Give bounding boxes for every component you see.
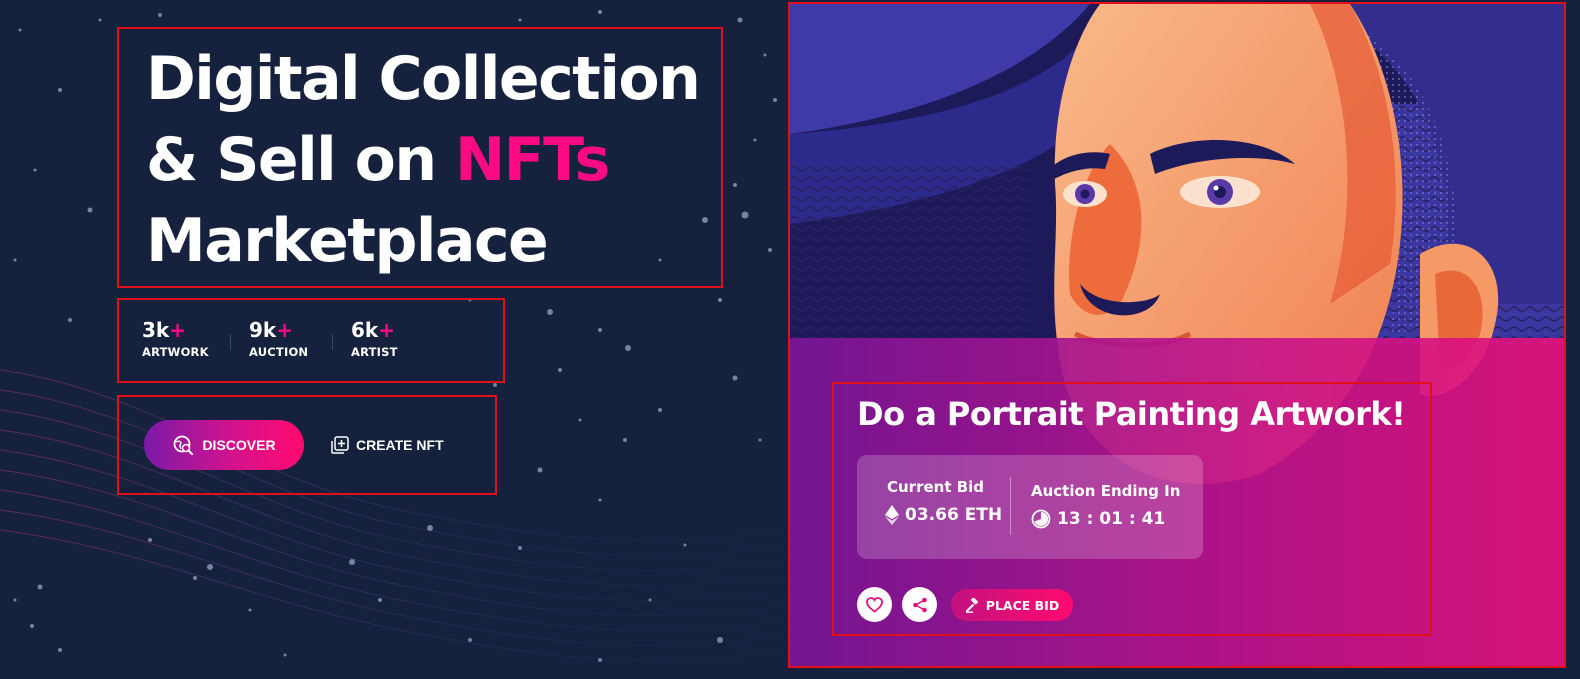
stat-artist: 6k+ ARTIST bbox=[351, 318, 398, 360]
hero-actions: DISCOVER CREATE NFT bbox=[117, 395, 497, 495]
gavel-icon bbox=[965, 597, 978, 613]
heart-icon bbox=[866, 596, 883, 613]
stat-suffix: + bbox=[276, 318, 293, 342]
current-bid-value: 03.66 ETH bbox=[905, 505, 1003, 525]
stat-auction: 9k+ AUCTION bbox=[249, 318, 308, 360]
place-bid-label: PLACE BID bbox=[985, 597, 1060, 613]
stat-label: ARTIST bbox=[351, 345, 398, 359]
auction-timer: 13 : 01 : 41 bbox=[1057, 509, 1166, 529]
stat-divider bbox=[230, 334, 231, 350]
like-button[interactable] bbox=[857, 587, 892, 622]
hero-headline-section: Digital Collection & Sell on NFTs Market… bbox=[117, 27, 723, 288]
create-nft-button[interactable]: CREATE NFT bbox=[331, 420, 444, 470]
stat-suffix: + bbox=[169, 318, 186, 342]
stat-suffix: + bbox=[378, 318, 395, 342]
discover-label: DISCOVER bbox=[202, 437, 276, 453]
stat-artwork: 3k+ ARTWORK bbox=[142, 318, 209, 360]
auction-ending-label: Auction Ending In bbox=[1031, 482, 1181, 500]
discover-button[interactable]: DISCOVER bbox=[144, 420, 304, 470]
stat-value: 9k bbox=[249, 318, 277, 342]
stat-label: ARTWORK bbox=[142, 345, 209, 359]
create-nft-label: CREATE NFT bbox=[356, 437, 444, 453]
headline-line-3: Marketplace bbox=[146, 206, 549, 276]
ethereum-icon bbox=[885, 505, 899, 525]
bid-info-card: Current Bid 03.66 ETH Auction Ending In … bbox=[857, 455, 1203, 559]
share-button[interactable] bbox=[902, 587, 937, 622]
globe-search-icon bbox=[174, 435, 194, 455]
featured-artwork-card: Do a Portrait Painting Artwork! Current … bbox=[788, 2, 1566, 668]
share-icon bbox=[912, 597, 927, 612]
stat-divider bbox=[332, 334, 333, 350]
stat-value: 6k bbox=[351, 318, 379, 342]
stat-value: 3k bbox=[142, 318, 170, 342]
artwork-title: Do a Portrait Painting Artwork! bbox=[857, 395, 1406, 433]
timer-icon bbox=[1031, 509, 1051, 529]
headline-line-2: & Sell on bbox=[146, 125, 455, 195]
stats-section: 3k+ ARTWORK 9k+ AUCTION 6k+ ARTIST bbox=[117, 298, 505, 383]
stat-label: AUCTION bbox=[249, 345, 309, 359]
artwork-info-section: Do a Portrait Painting Artwork! Current … bbox=[832, 382, 1432, 636]
auction-timer-row: 13 : 01 : 41 bbox=[1031, 509, 1165, 529]
add-square-icon bbox=[331, 436, 349, 454]
headline-highlight: NFTs bbox=[454, 125, 610, 195]
current-bid-value-row: 03.66 ETH bbox=[885, 505, 1002, 525]
bid-divider bbox=[1010, 477, 1011, 535]
hero-headline: Digital Collection & Sell on NFTs Market… bbox=[146, 39, 701, 282]
current-bid-label: Current Bid bbox=[887, 478, 985, 496]
place-bid-button[interactable]: PLACE BID bbox=[951, 589, 1073, 621]
headline-line-1: Digital Collection bbox=[146, 44, 701, 114]
